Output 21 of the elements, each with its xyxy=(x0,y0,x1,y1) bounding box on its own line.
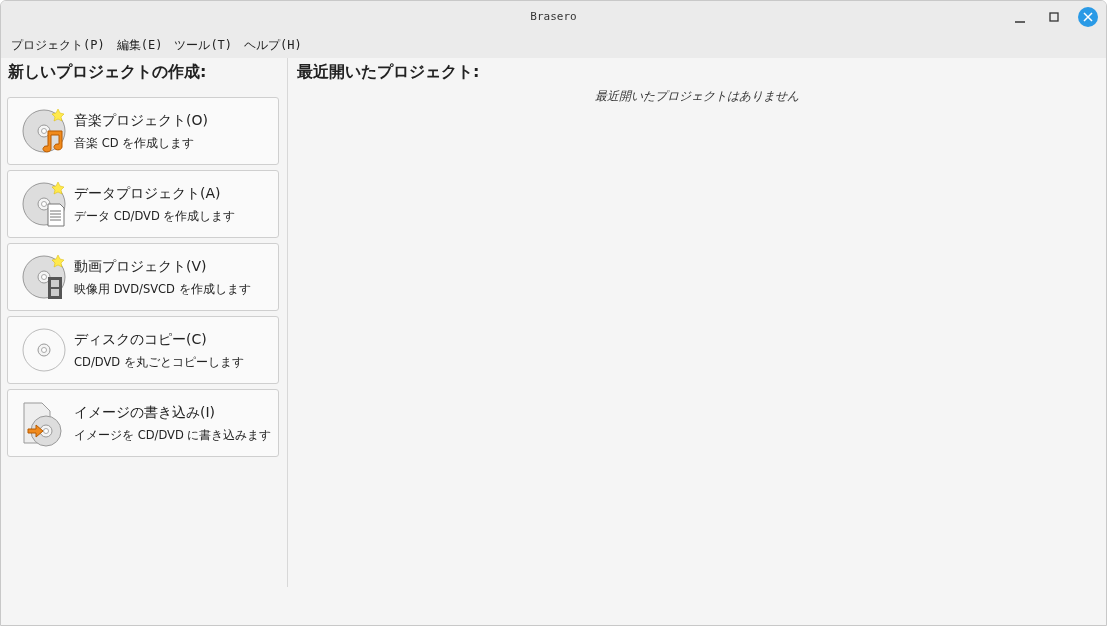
section-heading: 最近開いたプロジェクト: xyxy=(297,62,481,83)
section-heading: 新しいプロジェクトの作成: xyxy=(8,62,208,83)
audio-disc-icon xyxy=(22,107,66,155)
video-disc-icon xyxy=(22,253,66,301)
menu-item[interactable]: 編集(E) xyxy=(110,36,169,54)
maximize-icon xyxy=(1049,12,1059,22)
menu-item[interactable]: ヘルプ(H) xyxy=(238,36,308,54)
copy-disc-icon xyxy=(22,326,66,374)
close-icon xyxy=(1083,12,1093,22)
data-disc-icon xyxy=(22,180,66,228)
project-button[interactable]: データプロジェクト(A) データ CD/DVD を作成します xyxy=(7,170,279,238)
close-button[interactable] xyxy=(1078,7,1098,27)
minimize-icon xyxy=(1015,21,1025,23)
menu-item[interactable]: ツール(T) xyxy=(168,36,239,54)
project-button[interactable]: 音楽プロジェクト(O) 音楽 CD を作成します xyxy=(7,97,279,165)
empty-message: 最近開いたプロジェクトはありません xyxy=(594,88,800,105)
project-button[interactable]: ディスクのコピー(C) CD/DVD を丸ごとコピーします xyxy=(7,316,279,384)
window-title: Brasero xyxy=(530,10,577,23)
project-button[interactable]: イメージの書き込み(I) イメージを CD/DVD に書き込みます xyxy=(7,389,279,457)
menu-item[interactable]: プロジェクト(P) xyxy=(5,36,111,54)
project-button[interactable]: 動画プロジェクト(V) 映像用 DVD/SVCD を作成します xyxy=(7,243,279,311)
